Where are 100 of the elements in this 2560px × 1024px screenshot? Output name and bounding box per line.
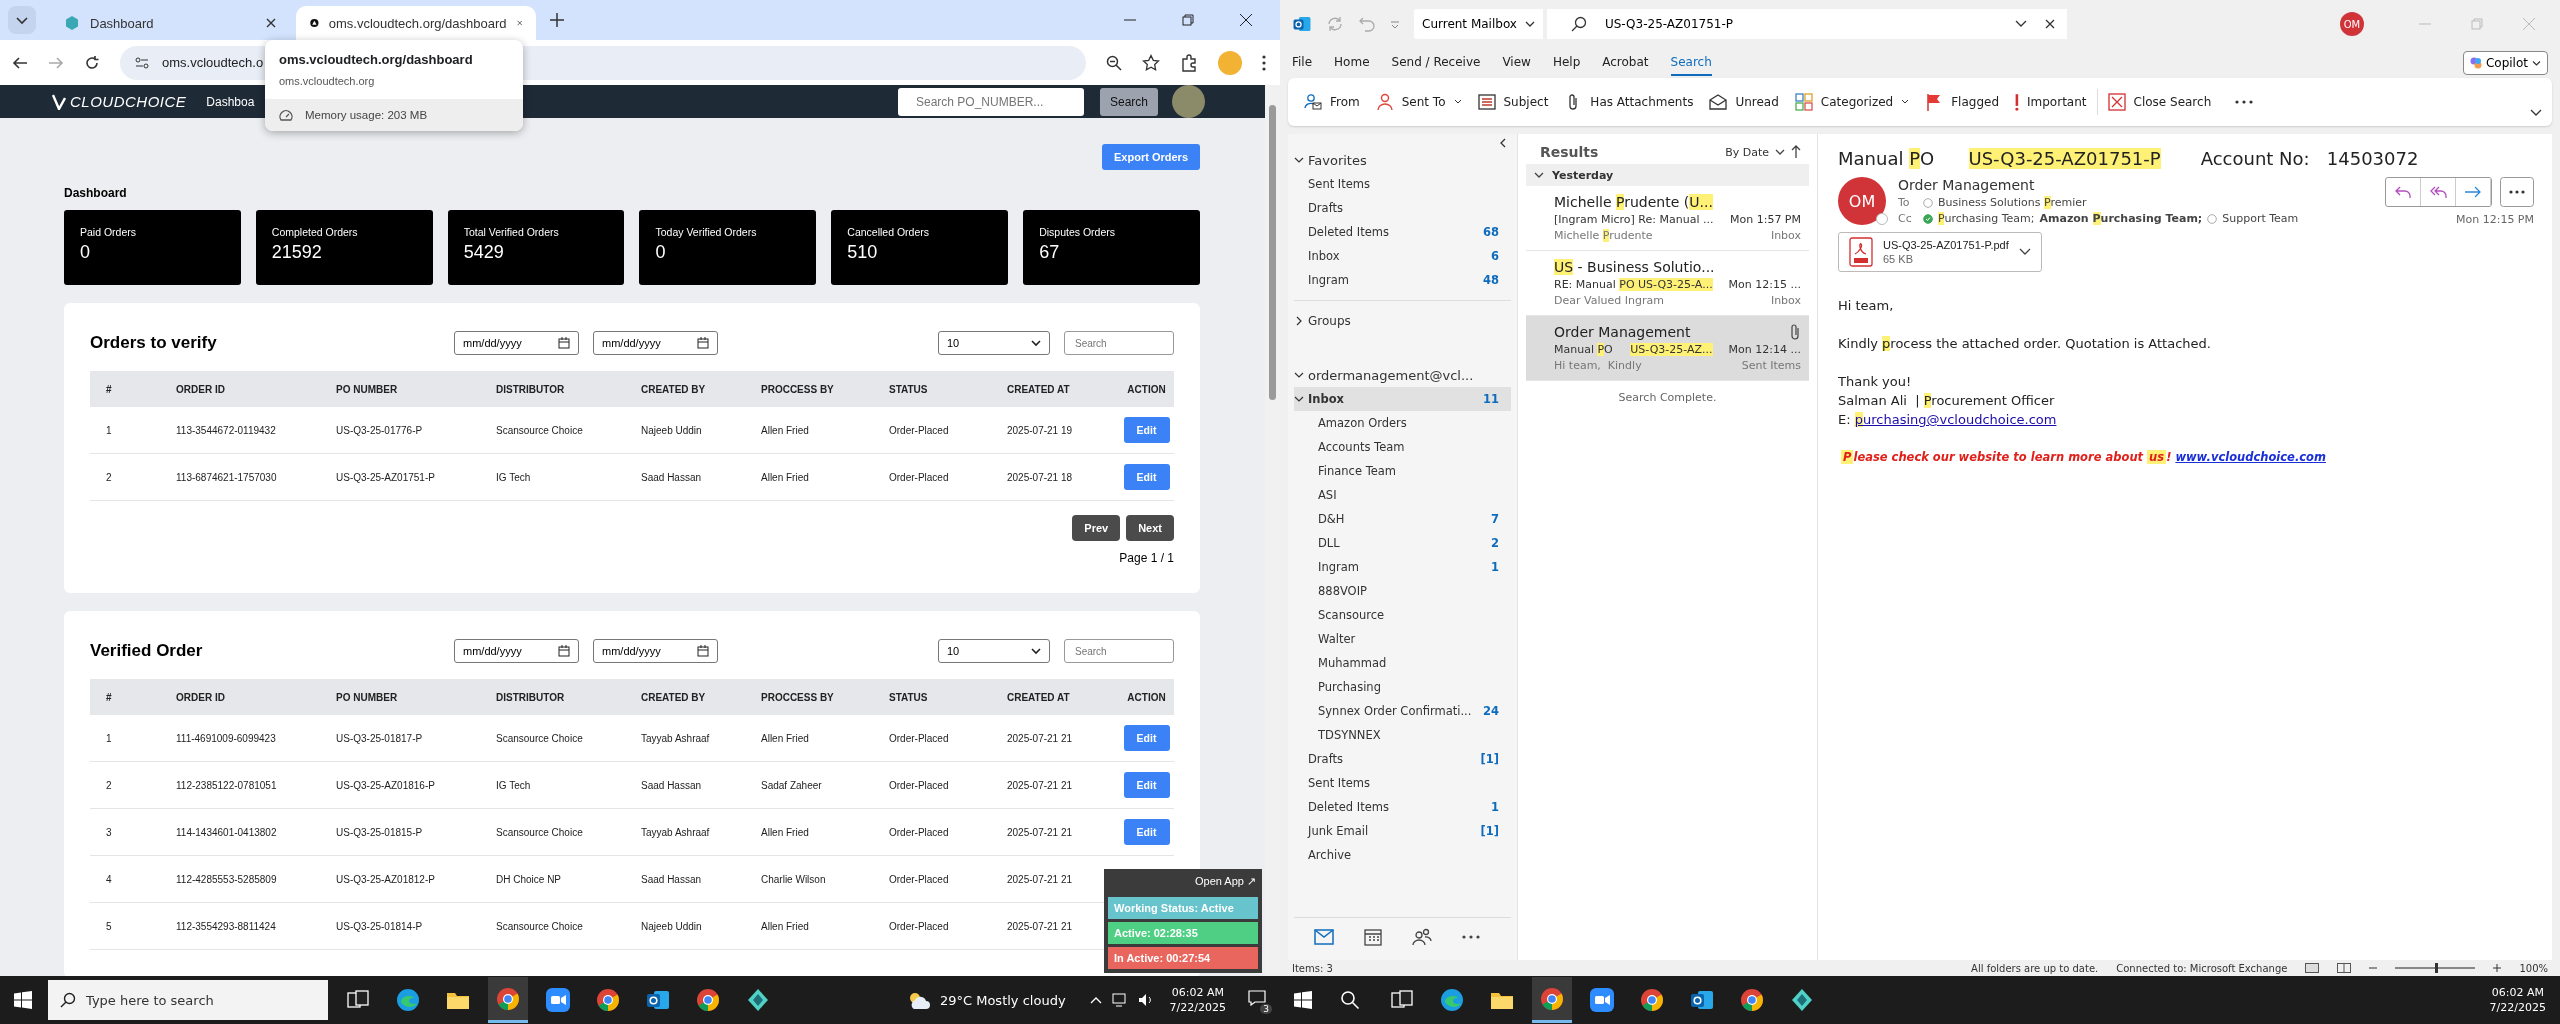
edit-button[interactable]: Edit	[1123, 772, 1170, 798]
edit-button[interactable]: Edit	[1123, 464, 1170, 490]
folder-item[interactable]: Deleted Items 68	[1294, 220, 1511, 244]
from-filter-button[interactable]: From	[1298, 89, 1366, 115]
menu-tab[interactable]: Help	[1552, 50, 1581, 76]
ring-icon[interactable]	[488, 977, 528, 1023]
sentto-filter-button[interactable]: Sent To	[1369, 89, 1468, 115]
attach-filter-button[interactable]: Has Attachments	[1558, 89, 1700, 115]
folder-item[interactable]: TDSYNNEX	[1294, 723, 1511, 747]
recipient[interactable]: Amazon Purchasing Team;	[2039, 212, 2203, 225]
search-icon[interactable]	[1340, 990, 1360, 1010]
folder-item[interactable]: Walter	[1294, 627, 1511, 651]
account-header[interactable]: ordermanagement@vcl...	[1294, 363, 1511, 387]
unread-filter-button[interactable]: Unread	[1703, 89, 1785, 115]
menu-tab[interactable]: Acrobat	[1602, 50, 1649, 76]
folder-item[interactable]: ASI	[1294, 483, 1511, 507]
folder-item[interactable]: Purchasing	[1294, 675, 1511, 699]
clear-icon[interactable]	[2044, 19, 2055, 29]
folder-item[interactable]: Muhammad	[1294, 651, 1511, 675]
tray-caret-icon[interactable]	[1089, 995, 1102, 1005]
site-logo[interactable]: CLOUDCHOICE	[52, 93, 187, 110]
zoom-out-icon[interactable]	[1106, 54, 1122, 71]
collapse-pane-icon[interactable]	[1499, 138, 1507, 148]
date-field[interactable]: mm/dd/yyyy	[454, 331, 579, 355]
caret-icon[interactable]	[2018, 248, 2031, 256]
folder-item[interactable]: Amazon Orders	[1294, 411, 1511, 435]
page-size-select[interactable]: 10	[938, 639, 1050, 663]
mailbox-scope-dropdown[interactable]: Current Mailbox	[1414, 9, 1543, 39]
menu-tab[interactable]: Home	[1334, 50, 1370, 76]
menu-tab[interactable]: Send / Receive	[1391, 50, 1481, 76]
clock[interactable]: 06:02 AM 7/22/2025	[1163, 985, 1232, 1015]
folder-item[interactable]: Inbox 11	[1294, 387, 1511, 411]
flag-filter-button[interactable]: Flagged	[1919, 89, 2005, 115]
start-button[interactable]	[1294, 991, 1312, 1009]
new-tab-icon[interactable]	[550, 13, 564, 27]
tab-list-caret-icon[interactable]	[8, 6, 36, 34]
message-item[interactable]: Michelle Prudente (U... [Ingram Micro] Re: Manual ... Mon 1:57 PM Michelle Prudente Inbox	[1526, 186, 1809, 251]
menu-tab[interactable]: Search	[1670, 50, 1712, 76]
sort-caret-icon[interactable]	[1775, 148, 1785, 156]
expand-ribbon-icon[interactable]	[2530, 109, 2542, 117]
message-item[interactable]: Order Management Manual PO US-Q3-25-AZ... Mon 12:14 ... Hi team, Kindly Sent Items	[1526, 316, 1809, 381]
network-icon[interactable]	[1111, 993, 1128, 1007]
browser-tab[interactable]: Dashboard	[50, 6, 290, 40]
favorites-header[interactable]: Favorites	[1294, 148, 1511, 172]
page-size-select[interactable]: 10	[938, 331, 1050, 355]
user-avatar[interactable]	[1172, 85, 1205, 118]
edit-button[interactable]: Edit	[1123, 417, 1170, 443]
calendar-icon[interactable]	[697, 645, 709, 657]
calendar-icon[interactable]	[697, 337, 709, 349]
close-icon[interactable]	[1240, 14, 1252, 26]
open-app-link[interactable]: Open App ↗	[1108, 871, 1258, 894]
folder-item[interactable]: Sent Items	[1294, 172, 1511, 196]
sort-direction-icon[interactable]	[1791, 145, 1801, 159]
mail-icon[interactable]	[1314, 929, 1334, 945]
date-field[interactable]: mm/dd/yyyy	[593, 331, 718, 355]
folder-item[interactable]: Synnex Order Confirmati... 24	[1294, 699, 1511, 723]
recipient[interactable]: Support Team	[2222, 212, 2299, 225]
group-header[interactable]: Yesterday	[1526, 164, 1809, 186]
calendar-icon[interactable]	[558, 337, 570, 349]
menu-icon[interactable]	[1262, 54, 1266, 71]
weather-text[interactable]: 29°C Mostly cloudy	[939, 992, 1066, 1008]
edit-button[interactable]: Edit	[1123, 725, 1170, 751]
prev-button[interactable]: Prev	[1072, 515, 1121, 541]
folder-item[interactable]: Drafts	[1294, 196, 1511, 220]
menu-tab[interactable]: View	[1502, 50, 1531, 76]
groups-header[interactable]: Groups	[1294, 309, 1511, 333]
folder-item[interactable]: Drafts [1]	[1294, 747, 1511, 771]
email-link[interactable]: purchasing@vcloudchoice.com	[1854, 412, 2057, 427]
folder-item[interactable]: Ingram 1	[1294, 555, 1511, 579]
more-icon[interactable]	[1462, 935, 1480, 939]
maximize-icon[interactable]	[1182, 14, 1194, 26]
table-search-field[interactable]: Search	[1064, 331, 1174, 355]
important-filter-button[interactable]: Important	[2009, 89, 2093, 115]
scrollbar[interactable]	[1265, 85, 1280, 976]
zoom-percent[interactable]: 100%	[2519, 962, 2548, 974]
taskbar-search-field[interactable]: Type here to search	[48, 980, 328, 1020]
extensions-icon[interactable]	[1180, 53, 1198, 72]
close-icon[interactable]	[266, 18, 276, 28]
folder-item[interactable]: Accounts Team	[1294, 435, 1511, 459]
ring-icon[interactable]	[1532, 977, 1572, 1023]
sort-dropdown[interactable]: By Date	[1725, 145, 1769, 159]
more-actions-icon[interactable]	[2500, 177, 2534, 207]
folder-item[interactable]: Archive	[1294, 843, 1511, 867]
edit-button[interactable]: Edit	[1123, 819, 1170, 845]
date-field[interactable]: mm/dd/yyyy	[454, 639, 579, 663]
folder-item[interactable]: 888VOIP	[1294, 579, 1511, 603]
copilot-button[interactable]: Copilot	[2462, 51, 2548, 75]
more-icon[interactable]	[2235, 100, 2254, 104]
menu-tab[interactable]: File	[1292, 50, 1313, 76]
next-button[interactable]: Next	[1126, 515, 1174, 541]
account-avatar[interactable]: OM	[2340, 12, 2364, 36]
mail-search-field[interactable]: US-Q3-25-AZ01751-P	[1546, 9, 2067, 39]
attachment-card[interactable]: US-Q3-25-AZ01751-P.pdf 65 KB	[1838, 232, 2042, 272]
site-info-icon[interactable]	[134, 54, 150, 71]
search-button[interactable]: Search	[1099, 87, 1158, 116]
folder-item[interactable]: Deleted Items 1	[1294, 795, 1511, 819]
volume-icon[interactable]	[1137, 993, 1154, 1007]
table-search-field[interactable]: Search	[1064, 639, 1174, 663]
star-icon[interactable]	[1142, 53, 1160, 72]
quick-access-caret-icon[interactable]	[1390, 19, 1400, 29]
